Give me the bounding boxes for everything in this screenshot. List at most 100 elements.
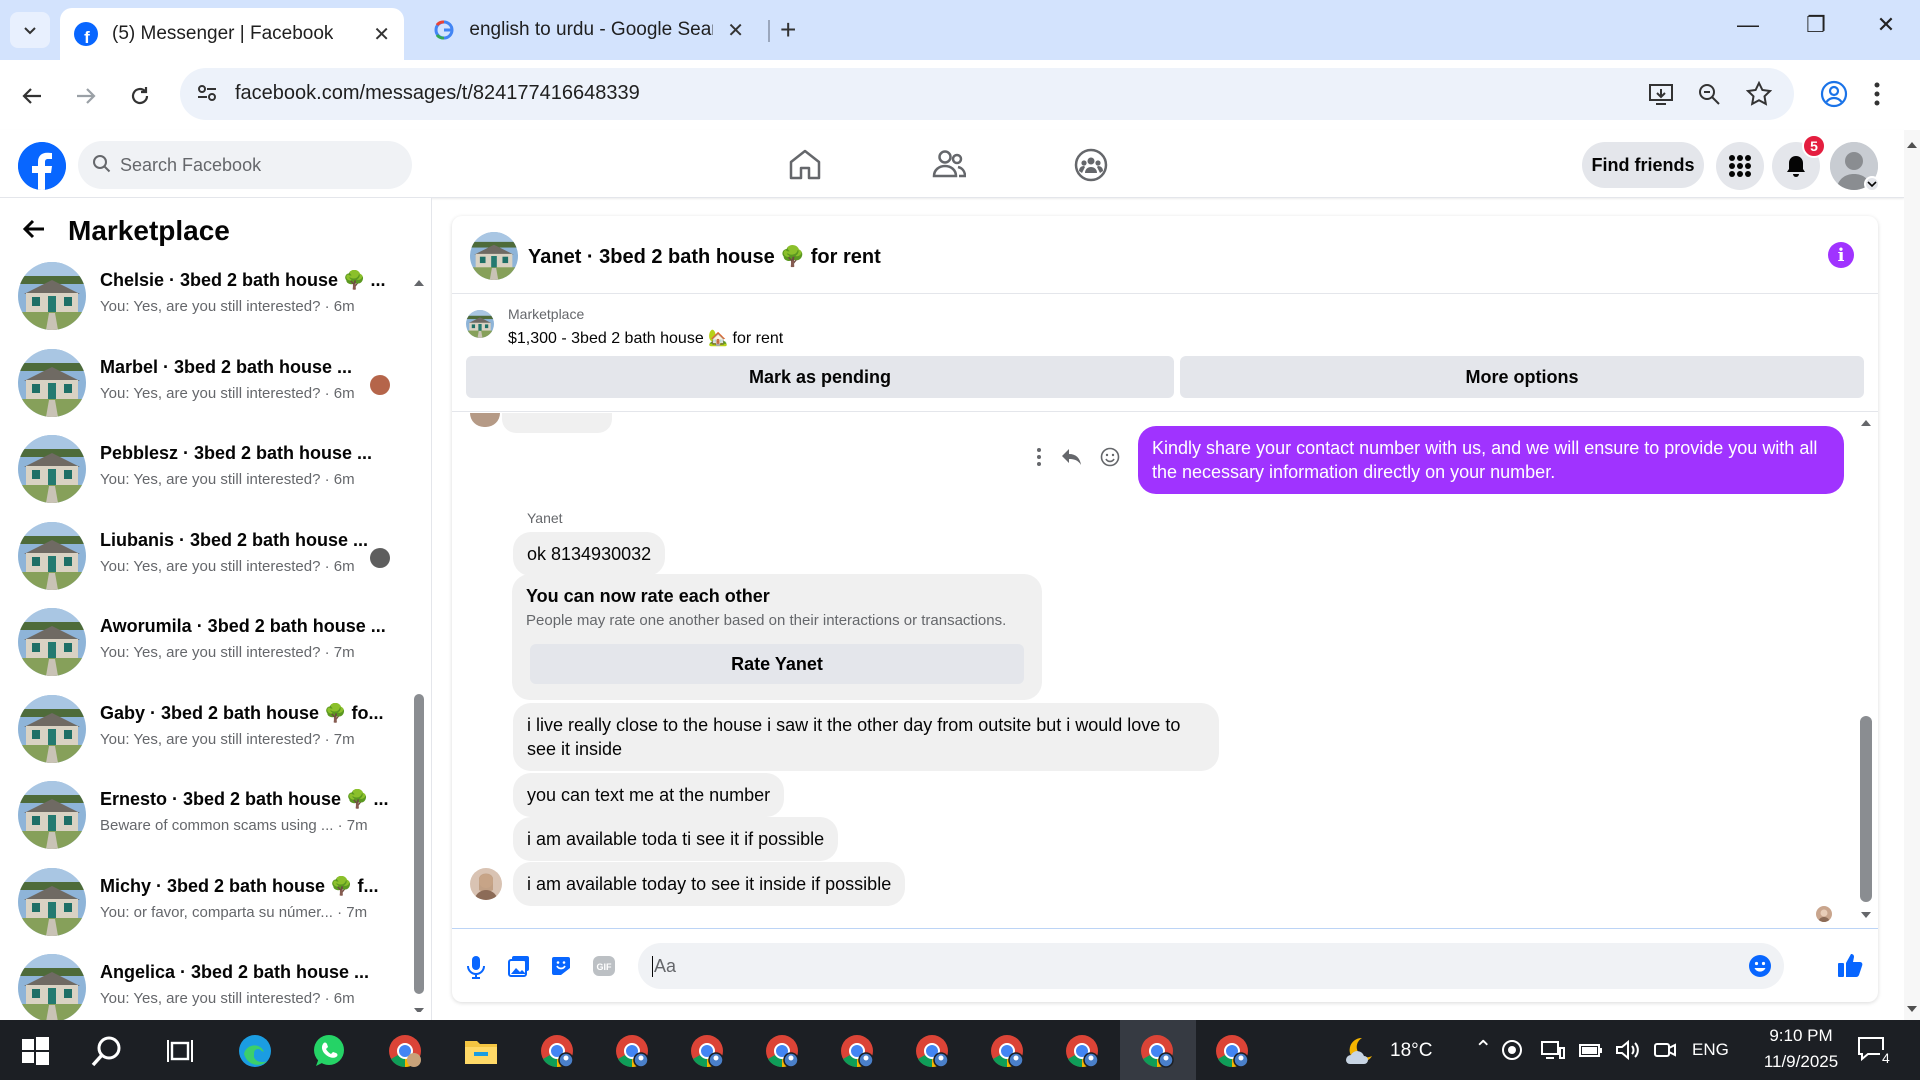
close-window-icon[interactable]: ✕ [1866,12,1906,38]
conversation-item[interactable]: Ernesto · 3bed 2 bath house 🌳 ... Beware … [18,779,408,851]
windows-start-icon[interactable] [16,1032,54,1070]
groups-icon[interactable] [1074,148,1108,187]
conversation-item[interactable]: Angelica · 3bed 2 bath house ... You: Yes… [18,952,408,1024]
sender-avatar[interactable] [470,868,502,900]
facebook-favicon-icon: f [74,22,98,46]
close-tab-icon[interactable]: ✕ [373,22,390,47]
conversation-item[interactable]: Michy · 3bed 2 bath house 🌳 f... You: or … [18,866,408,938]
more-actions-icon[interactable] [1036,447,1042,473]
minimize-icon[interactable]: — [1728,12,1768,38]
friends-icon[interactable] [932,148,967,185]
restore-icon[interactable]: ❐ [1796,12,1836,38]
chrome-window-icon[interactable] [838,1032,876,1070]
browser-profile-icon[interactable] [1820,80,1848,113]
forward-icon[interactable] [68,78,104,114]
tab-messenger[interactable]: f (5) Messenger | Facebook ✕ [60,8,404,60]
list-scroll-thumb[interactable] [414,694,424,994]
attach-photo-icon[interactable] [508,955,530,982]
conversation-item[interactable]: Gaby · 3bed 2 bath house 🌳 fo... You: Yes… [18,693,408,765]
more-options-button[interactable]: More options [1180,356,1864,398]
clock-time[interactable]: 9:10 PM [1756,1026,1846,1046]
chrome-window-icon[interactable] [688,1032,726,1070]
microphone-icon[interactable] [466,955,486,984]
chrome-window-icon[interactable] [763,1032,801,1070]
chrome-window-icon[interactable] [1213,1032,1251,1070]
edge-icon[interactable] [236,1032,274,1070]
chrome-window-icon[interactable] [1063,1032,1101,1070]
close-tab-icon[interactable]: ✕ [727,18,744,43]
page-scrollbar[interactable] [1904,130,1920,1020]
clock-date[interactable]: 11/9/2025 [1746,1052,1856,1072]
address-bar[interactable]: facebook.com/messages/t/824177416648339 [180,68,1794,120]
incoming-message[interactable]: you can text me at the number [513,773,785,817]
find-friends-button[interactable]: Find friends [1582,142,1704,188]
search-taskbar-icon[interactable] [88,1032,126,1070]
zoom-icon[interactable] [1696,81,1722,107]
meet-now-icon[interactable] [1652,1038,1690,1076]
sticker-icon[interactable] [550,955,572,982]
conversation-item[interactable]: Pebblesz · 3bed 2 bath house ... You: Yes… [18,433,408,505]
info-icon[interactable]: i [1828,242,1854,268]
message-composer: GIF Aa [452,928,1878,1002]
conversation-item[interactable]: Liubanis · 3bed 2 bath house ... You: Yes… [18,520,408,592]
chrome-profile-icon[interactable] [386,1032,424,1070]
conversation-thumbnail [18,867,86,936]
conversation-item[interactable]: Chelsie · 3bed 2 bath house 🌳 ... You: Ye… [18,260,408,332]
home-icon[interactable] [788,148,822,185]
reload-icon[interactable] [122,78,158,114]
chat-panel: Yanet · 3bed 2 bath house 🌳 for rent i M… [452,216,1878,1002]
weather-temperature[interactable]: 18°C [1390,1040,1432,1062]
message-actions [1036,447,1120,473]
task-view-icon[interactable] [162,1032,200,1070]
react-smiley-icon[interactable] [1100,447,1120,473]
tab-google-search[interactable]: english to urdu - Google Search ✕ [418,8,758,52]
mark-as-pending-button[interactable]: Mark as pending [466,356,1174,398]
battery-icon[interactable] [1578,1038,1616,1076]
weather-icon[interactable] [1340,1032,1378,1070]
gif-icon[interactable]: GIF [592,955,616,982]
chat-scroll-thumb[interactable] [1860,716,1872,902]
account-chevron-icon[interactable] [1864,176,1880,192]
house-image [466,310,494,338]
menu-grid-icon[interactable] [1716,142,1764,190]
emoji-icon[interactable] [1748,954,1772,983]
chat-title[interactable]: Yanet · 3bed 2 bath house 🌳 for rent [528,244,881,269]
message-input[interactable]: Aa [638,943,1784,989]
system-tray-icon[interactable] [1500,1038,1538,1076]
incoming-message[interactable]: i am available today to see it inside if… [513,862,906,906]
input-language[interactable]: ENG [1692,1040,1729,1060]
outgoing-message[interactable]: Kindly share your contact number with us… [1138,426,1844,494]
site-info-icon[interactable] [196,82,218,109]
incoming-message[interactable]: i am available toda ti see it if possibl… [513,817,839,861]
back-icon[interactable] [14,78,50,114]
thumbs-up-icon[interactable] [1836,951,1864,984]
chrome-window-icon[interactable] [913,1032,951,1070]
chrome-window-icon[interactable] [538,1032,576,1070]
chrome-window-icon[interactable] [613,1032,651,1070]
whatsapp-icon[interactable] [310,1032,348,1070]
listing-thumbnail[interactable] [470,232,518,280]
file-explorer-icon[interactable] [462,1032,500,1070]
network-icon[interactable] [1540,1038,1578,1076]
conversation-item[interactable]: Aworumila · 3bed 2 bath house ... You: Ye… [18,606,408,678]
facebook-search-input[interactable]: Search Facebook [78,141,412,189]
volume-icon[interactable] [1614,1038,1652,1076]
chrome-window-icon[interactable] [988,1032,1026,1070]
reply-icon[interactable] [1060,447,1082,473]
back-arrow-icon[interactable] [22,214,46,248]
message-placeholder: Aa [652,956,677,977]
conversation-item[interactable]: Marbel · 3bed 2 bath house ... You: Yes, … [18,347,408,419]
chrome-window-icon[interactable] [1138,1032,1176,1070]
listing-small-thumbnail[interactable] [466,310,494,338]
install-app-icon[interactable] [1648,81,1674,107]
bookmark-star-icon[interactable] [1745,80,1773,107]
new-tab-icon[interactable]: + [780,14,796,46]
tab-list-button[interactable] [10,12,50,48]
browser-menu-icon[interactable] [1872,80,1882,113]
listing-price[interactable]: $1,300 - 3bed 2 bath house 🏡 for rent [508,328,783,348]
incoming-message[interactable]: ok 8134930032 [513,532,666,576]
incoming-message[interactable]: i live really close to the house i saw i… [513,703,1219,771]
show-hidden-icons-chevron-icon[interactable]: ⌃ [1474,1036,1492,1062]
rate-yanet-button[interactable]: Rate Yanet [530,644,1024,684]
facebook-logo[interactable] [18,142,66,190]
